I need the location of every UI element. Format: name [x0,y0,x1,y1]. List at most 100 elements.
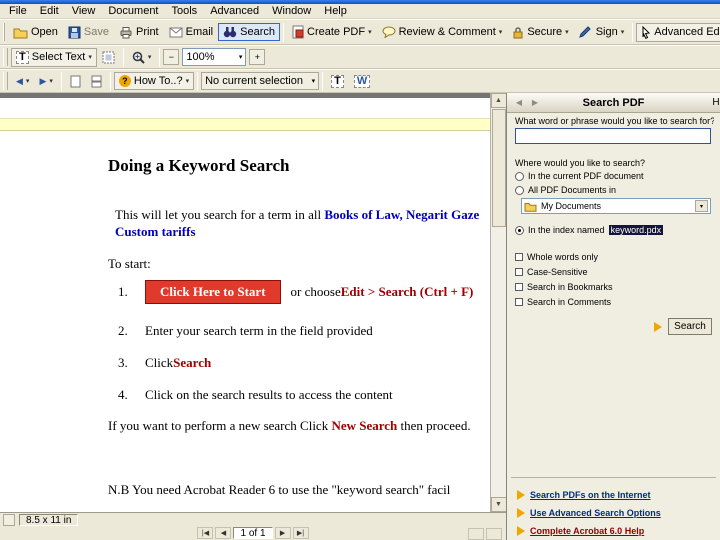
checkbox-search-comments-label: Search in Comments [527,297,612,307]
search-term-input[interactable] [515,128,711,144]
open-button[interactable]: Open [8,23,63,42]
first-page-icon[interactable]: |◀ [197,527,214,540]
link-search-internet-text[interactable]: Search PDFs on the Internet [530,490,651,500]
page-layout-single-button[interactable] [65,72,86,91]
radio-all-documents[interactable]: All PDF Documents in [515,185,714,195]
chevron-down-icon: ▾ [49,77,53,85]
toolbar-grip[interactable] [3,72,8,90]
toolbar-separator [60,71,62,91]
search-toolbar-button[interactable]: Search [218,23,280,41]
hide-panel-button[interactable]: Hide [712,97,720,108]
link-acrobat-help-text[interactable]: Complete Acrobat 6.0 Help [530,526,644,536]
view-mode-single-button[interactable] [468,527,484,540]
step-3: 3. Click Search [118,355,211,371]
review-comment-button[interactable]: Review & Comment ▾ [377,23,508,41]
search-question-text: What word or phrase would you like to se… [515,116,714,126]
to-start-label: To start: [108,256,151,271]
checkbox-case-sensitive[interactable]: Case-Sensitive [515,267,714,277]
chevron-down-icon[interactable]: ▾ [695,200,708,212]
forward-arrow-icon: ▶ [39,75,47,86]
zoom-tool-button[interactable]: ▾ [127,48,157,67]
step-3-keyword: Search [173,355,212,370]
vertical-scrollbar[interactable]: ▲ ▼ [490,93,506,512]
search-location-select[interactable]: My Documents ▾ [521,198,711,214]
scrollbar-thumb[interactable] [491,109,506,227]
how-to-button[interactable]: ? How To..? ▾ [113,72,195,90]
menu-advanced[interactable]: Advanced [204,4,265,18]
acrobat-window: File Edit View Document Tools Advanced W… [0,0,720,540]
menu-tools[interactable]: Tools [166,4,204,18]
search-label: Search [240,26,275,38]
menubar: File Edit View Document Tools Advanced W… [0,4,720,19]
snapshot-button[interactable] [97,48,120,67]
page-indicator[interactable]: 1 of 1 [233,527,273,540]
link-advanced-search-options[interactable]: Use Advanced Search Options [517,508,661,518]
zoom-out-button[interactable]: − [163,49,180,65]
scroll-up-icon[interactable]: ▲ [490,93,506,108]
checkbox-search-comments[interactable]: Search in Comments [515,297,714,307]
link-advanced-search-options-text[interactable]: Use Advanced Search Options [530,508,661,518]
where-question-text: Where would you like to search? [515,158,646,168]
menu-help[interactable]: Help [318,4,353,18]
print-button[interactable]: Print [114,23,164,42]
step-4-text: Click on the search results to access th… [145,387,393,402]
document-title: Doing a Keyword Search [108,156,290,175]
sign-button[interactable]: Sign ▾ [574,23,630,41]
pen-icon [578,26,591,38]
toolbar-grip[interactable] [3,23,5,41]
menu-document[interactable]: Document [102,4,164,18]
save-button[interactable]: Save [63,23,114,42]
touchup-text-button[interactable]: T [326,72,349,91]
snapshot-icon [102,51,115,63]
select-text-label: Select Text [31,51,86,63]
email-button[interactable]: Email [164,23,219,41]
menu-edit[interactable]: Edit [34,4,65,18]
create-pdf-button[interactable]: Create PDF ▾ [287,22,377,42]
checkbox-whole-words[interactable]: Whole words only [515,252,714,262]
scroll-down-icon[interactable]: ▼ [490,497,506,512]
word-export-button[interactable]: W [349,72,375,91]
menu-file[interactable]: File [3,4,33,18]
search-button[interactable]: Search [668,318,712,335]
secure-button[interactable]: Secure ▾ [507,23,573,42]
checkbox-icon [515,268,523,276]
intro-link-tariffs[interactable]: Custom tariffs [115,224,196,239]
previous-view-button[interactable]: ◀ ▾ [11,73,34,90]
radio-current-document[interactable]: In the current PDF document [515,171,714,181]
panel-forward-icon[interactable]: ▶ [527,95,543,110]
toolbar-separator [122,47,124,67]
panel-back-icon[interactable]: ◀ [511,95,527,110]
page-layout-continuous-button[interactable] [86,72,107,91]
link-search-internet[interactable]: Search PDFs on the Internet [517,490,651,500]
click-here-to-start-button[interactable]: Click Here to Start [145,280,281,304]
back-arrow-icon: ◀ [16,75,23,86]
view-mode-continuous-button[interactable] [486,527,502,540]
menu-view[interactable]: View [66,4,102,18]
previous-page-icon[interactable]: ◀ [215,527,232,540]
step-4-number: 4. [118,387,128,402]
arrow-right-icon [517,526,525,536]
next-view-button[interactable]: ▶ ▾ [34,73,57,90]
search-location-value: My Documents [541,201,602,211]
zoom-level-combo[interactable]: 100% ▾ [182,48,247,66]
selection-status-value: No current selection [205,75,303,87]
menu-window[interactable]: Window [266,4,317,18]
zoom-in-button[interactable]: + [249,49,266,65]
toolbar-separator [159,47,161,67]
last-page-icon[interactable]: ▶| [292,527,309,540]
checkbox-search-bookmarks[interactable]: Search in Bookmarks [515,282,714,292]
chevron-down-icon: ▾ [147,53,152,61]
toolbar-separator [197,71,199,91]
toolbar-grip[interactable] [3,48,8,66]
next-page-icon[interactable]: ▶ [274,527,291,540]
continuous-page-icon [91,75,102,87]
where-question-label: Where would you like to search? [515,158,714,168]
selection-status-combo[interactable]: No current selection ▾ [201,72,320,90]
link-acrobat-help[interactable]: Complete Acrobat 6.0 Help [517,526,644,536]
select-text-button[interactable]: T Select Text ▾ [11,47,97,67]
chevron-down-icon: ▾ [238,53,243,61]
advanced-editing-button[interactable]: Advanced Editing ▾ [636,22,720,42]
intro-link-books[interactable]: Books of Law, Negarit Gaze [324,207,479,222]
search-panel-header: ◀ ▶ Search PDF Hide [507,93,720,113]
radio-index-named[interactable]: In the index named keyword.pdx [515,225,714,235]
